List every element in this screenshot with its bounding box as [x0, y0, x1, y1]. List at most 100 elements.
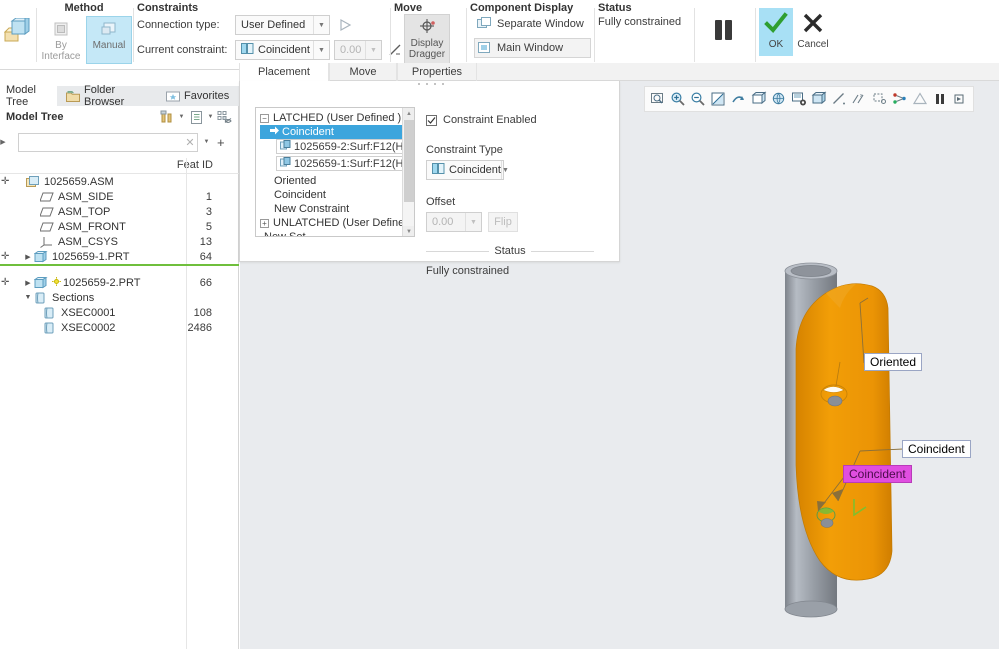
chevron-down-icon[interactable]: ▼: [206, 114, 215, 120]
nav-tab-favorites[interactable]: Favorites: [160, 86, 230, 106]
datum-plane-icon: [40, 221, 54, 233]
separate-window-button[interactable]: Separate Window: [474, 14, 591, 34]
constraint-tree[interactable]: ▲ ▼ − LATCHED (User Defined ) Coincident: [255, 107, 415, 237]
nav-tab-model-tree[interactable]: Model Tree: [0, 86, 57, 106]
constraint-enabled-row[interactable]: Constraint Enabled: [426, 114, 616, 126]
constraint-reference-2[interactable]: 1025659-1:Surf:F12(HOLE: [276, 156, 404, 171]
annotation-oriented[interactable]: Oriented: [864, 353, 922, 371]
chevron-down-icon[interactable]: ▼: [177, 114, 186, 120]
chevron-down-icon[interactable]: ▼: [313, 41, 329, 59]
nav-tab-folder-browser[interactable]: Folder Browser: [60, 86, 152, 106]
part-icon: [34, 251, 48, 263]
orange-part-geometry: [796, 284, 892, 581]
chevron-down-icon[interactable]: ▼: [465, 213, 481, 231]
main-window-icon: [477, 41, 492, 55]
current-constraint-label: Current constraint:: [137, 44, 235, 56]
cancel-button[interactable]: Cancel: [793, 8, 833, 56]
constraint-tree-scrollbar[interactable]: ▲ ▼: [402, 108, 414, 237]
nav-tab-favorites-label: Favorites: [184, 90, 229, 102]
tree-row-assembly[interactable]: ✛ 1025659.ASM: [0, 174, 239, 189]
tab-move[interactable]: Move: [329, 63, 397, 81]
tree-row-asm-csys[interactable]: ASM_CSYS 13: [0, 234, 239, 249]
folder-browser-icon: [66, 90, 80, 103]
main-window-button[interactable]: Main Window: [474, 38, 591, 58]
constraint-type-combo[interactable]: Coincident ▼: [426, 160, 504, 180]
expander[interactable]: ▼: [22, 294, 34, 301]
chevron-down-icon[interactable]: ▼: [501, 161, 509, 179]
expand-icon[interactable]: +: [260, 219, 269, 228]
constraint-oriented[interactable]: Oriented: [260, 174, 404, 188]
ribbon: Method By Interface: [0, 0, 999, 70]
annotation-coincident-2[interactable]: Coincident: [843, 465, 912, 483]
new-set-item[interactable]: New Set: [260, 230, 404, 237]
separate-window-icon: [477, 17, 492, 31]
display-dragger-label-1: Display: [411, 38, 444, 49]
arrow-right-icon: [270, 126, 279, 138]
ribbon-group-component-display: Component Display Separate Window: [470, 0, 592, 68]
offset-input[interactable]: 0.00 ▼: [334, 40, 382, 60]
tree-row-asm-front[interactable]: ASM_FRONT 5: [0, 219, 239, 234]
constraint-coincident-selected[interactable]: Coincident: [260, 125, 408, 139]
current-constraint-combo[interactable]: Coincident ▼: [235, 40, 330, 60]
flip-button[interactable]: Flip: [488, 212, 518, 232]
scrollbar-thumb[interactable]: [404, 120, 414, 202]
constraint-coincident-2[interactable]: Coincident: [260, 188, 404, 202]
tree-row-part-1025659-2[interactable]: ✛ ▶: [0, 275, 239, 290]
tab-placement-label: Placement: [258, 66, 310, 78]
tab-placement[interactable]: Placement: [239, 63, 329, 81]
expand-all-icon[interactable]: ✛: [1, 251, 9, 262]
status-caption: Status: [489, 245, 530, 257]
group-title-method: Method: [38, 0, 130, 14]
tab-properties[interactable]: Properties: [397, 63, 477, 81]
search-input-wrapper[interactable]: ✕: [18, 133, 198, 152]
tree-item-label: 1025659-2.PRT: [63, 277, 140, 289]
annotation-coincident-1[interactable]: Coincident: [902, 440, 971, 458]
offset-value-input[interactable]: 0.00 ▼: [426, 212, 482, 232]
chevron-down-icon[interactable]: ▼: [202, 139, 211, 145]
tree-row-xsec0001[interactable]: XSEC0001 108: [0, 305, 239, 320]
ok-button[interactable]: OK: [759, 8, 793, 56]
expand-all-icon[interactable]: ✛: [1, 277, 9, 288]
clear-search-icon[interactable]: ✕: [183, 136, 197, 149]
manual-label: Manual: [93, 40, 126, 51]
expand-all-icon[interactable]: ✛: [1, 176, 9, 187]
panel-status-value: Fully constrained: [426, 265, 616, 277]
tree-row-xsec0002[interactable]: XSEC0002 2486: [0, 320, 239, 335]
ribbon-group-move: Move Display Dragger: [394, 0, 462, 68]
constraint-enabled-checkbox[interactable]: [426, 115, 437, 126]
constraint-reference-1[interactable]: 1025659-2:Surf:F12(HOLE: [276, 139, 404, 154]
collapse-icon[interactable]: −: [260, 114, 269, 123]
new-constraint-item[interactable]: New Constraint: [260, 202, 404, 216]
connection-type-combo[interactable]: User Defined ▼: [235, 15, 330, 35]
constraint-set-latched[interactable]: − LATCHED (User Defined ): [260, 111, 404, 125]
chevron-down-icon[interactable]: ▼: [313, 16, 329, 34]
manual-button[interactable]: Manual: [86, 16, 132, 64]
scroll-up-icon[interactable]: ▲: [403, 108, 415, 120]
constraint-set-unlatched-label: UNLATCHED (User Defined ): [273, 217, 415, 229]
tree-row-part-1025659-1[interactable]: ✛ ▶ 1025659-1.PRT 64: [0, 249, 239, 264]
display-dragger-button[interactable]: Display Dragger: [404, 14, 450, 66]
part-icon: [34, 277, 48, 289]
tree-item-featid: 5: [206, 221, 212, 233]
expander[interactable]: ▶: [22, 279, 34, 287]
tree-display-icon[interactable]: [188, 109, 204, 125]
tab-properties-label: Properties: [412, 66, 462, 78]
add-filter-icon[interactable]: +: [217, 135, 225, 150]
tree-row-asm-side[interactable]: ASM_SIDE 1: [0, 189, 239, 204]
by-interface-button[interactable]: By Interface: [38, 16, 84, 64]
chevron-right-icon[interactable]: ▶: [0, 138, 6, 146]
surface-ref-icon: [280, 140, 291, 153]
constraint-set-unlatched[interactable]: + UNLATCHED (User Defined ): [260, 216, 404, 230]
search-input[interactable]: [19, 134, 183, 151]
scroll-down-icon[interactable]: ▼: [403, 226, 415, 237]
tree-row-asm-top[interactable]: ASM_TOP 3: [0, 204, 239, 219]
group-title-status: Status: [598, 0, 692, 14]
pause-button[interactable]: [703, 17, 743, 43]
tree-row-sections[interactable]: ▼ Sections: [0, 290, 239, 305]
constraint-enabled-label: Constraint Enabled: [443, 114, 537, 126]
hide-items-icon[interactable]: [217, 109, 233, 125]
connection-definition-icon[interactable]: [336, 15, 356, 35]
chevron-down-icon[interactable]: ▼: [365, 41, 381, 59]
expander[interactable]: ▶: [22, 253, 34, 261]
filters-icon[interactable]: [159, 109, 175, 125]
